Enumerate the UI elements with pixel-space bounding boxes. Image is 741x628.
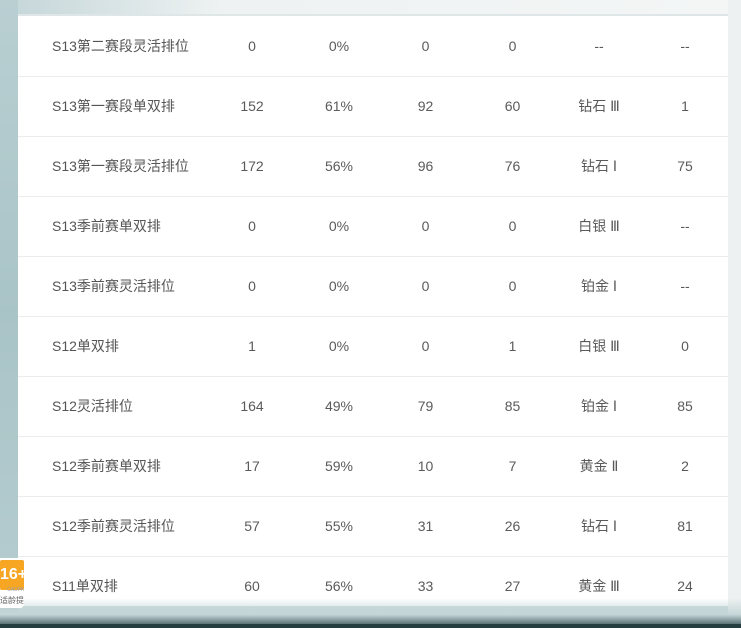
winrate-cell: 55% [296,496,382,557]
rank-cell: 钻石 Ⅲ [556,76,642,137]
left-background-strip [0,0,18,628]
wins-cell: 10 [382,436,469,497]
points-cell: -- [642,196,728,257]
table-row: S13第二赛段灵活排位 0 0% 0 0 -- -- [18,16,728,77]
winrate-cell: 0% [296,16,382,77]
table-row: S13第一赛段灵活排位 172 56% 96 76 钻石 Ⅰ 75 [18,136,728,197]
wins-cell: 79 [382,376,469,437]
points-cell: 1 [642,76,728,137]
games-cell: 164 [208,376,296,437]
season-name-cell: S13第一赛段单双排 [18,76,208,137]
winrate-cell: 0% [296,316,382,377]
wins-cell: 96 [382,136,469,197]
table-row: S13第一赛段单双排 152 61% 92 60 钻石 Ⅲ1 [18,76,728,137]
winrate-cell: 49% [296,376,382,437]
points-cell: 81 [642,496,728,557]
wins-cell: 0 [382,196,469,257]
season-name-cell: S12单双排 [18,316,208,377]
rank-history-rows: S13第二赛段灵活排位 0 0% 0 0 -- -- S13第一赛段单双排 152 61% 92 60… [18,16,728,606]
games-cell: 17 [208,436,296,497]
top-background-strip [0,0,741,14]
age-rating-badge[interactable]: 16+ CADPA 适龄提示 [0,558,24,608]
table-row: S12季前赛单双排 17 59% 10 7 黄金 Ⅱ2 [18,436,728,497]
rank-history-panel: S13第二赛段灵活排位 0 0% 0 0 -- -- S13第一赛段单双排 152 61% 92 60… [18,16,728,606]
losses-cell: 0 [469,256,556,317]
losses-cell: 76 [469,136,556,197]
wins-cell: 0 [382,16,469,77]
losses-cell: 85 [469,376,556,437]
games-cell: 172 [208,136,296,197]
age-rating-tip: 适龄提示 [0,596,24,605]
points-cell: -- [642,256,728,317]
season-name-cell: S13季前赛灵活排位 [18,256,208,317]
points-cell: 2 [642,436,728,497]
points-cell: 75 [642,136,728,197]
points-cell: 0 [642,316,728,377]
rank-cell: -- [556,16,642,77]
losses-cell: 1 [469,316,556,377]
games-cell: 152 [208,76,296,137]
rank-cell: 钻石 Ⅰ [556,496,642,557]
games-cell: 0 [208,16,296,77]
games-cell: 1 [208,316,296,377]
losses-cell: 60 [469,76,556,137]
table-row: S12单双排 1 0% 0 1 白银 Ⅲ0 [18,316,728,377]
table-row: S12灵活排位 164 49% 79 85 铂金 Ⅰ 85 [18,376,728,437]
rank-cell: 钻石 Ⅰ [556,136,642,197]
losses-cell: 0 [469,196,556,257]
rank-cell: 黄金 Ⅱ [556,436,642,497]
winrate-cell: 0% [296,256,382,317]
winrate-cell: 0% [296,196,382,257]
age-rating-code: CADPA [7,587,24,593]
games-cell: 0 [208,196,296,257]
wins-cell: 92 [382,76,469,137]
bottom-dark-edge [0,624,741,628]
right-background-strip [728,0,741,628]
rank-cell: 铂金 Ⅰ [556,256,642,317]
losses-cell: 7 [469,436,556,497]
wins-cell: 31 [382,496,469,557]
wins-cell: 0 [382,316,469,377]
points-cell: -- [642,16,728,77]
losses-cell: 26 [469,496,556,557]
rank-cell: 白银 Ⅲ [556,316,642,377]
points-cell: 85 [642,376,728,437]
rank-cell: 白银 Ⅲ [556,196,642,257]
season-name-cell: S12季前赛单双排 [18,436,208,497]
losses-cell: 0 [469,16,556,77]
season-name-cell: S13第二赛段灵活排位 [18,16,208,77]
rank-cell: 铂金 Ⅰ [556,376,642,437]
winrate-cell: 59% [296,436,382,497]
games-cell: 0 [208,256,296,317]
season-name-cell: S13第一赛段灵活排位 [18,136,208,197]
age-rating-number: 16+ [0,560,24,590]
table-row: S13季前赛灵活排位 0 0% 0 0 铂金 Ⅰ -- [18,256,728,317]
winrate-cell: 61% [296,76,382,137]
table-row: S13季前赛单双排 0 0% 0 0 白银 Ⅲ -- [18,196,728,257]
rank-history-table: S13第二赛段灵活排位 0 0% 0 0 -- -- S13第一赛段单双排 152 61% 92 60… [18,16,728,606]
season-name-cell: S12灵活排位 [18,376,208,437]
season-name-cell: S13季前赛单双排 [18,196,208,257]
games-cell: 57 [208,496,296,557]
season-name-cell: S12季前赛灵活排位 [18,496,208,557]
table-row: S12季前赛灵活排位 57 55% 31 26 钻石 Ⅰ 81 [18,496,728,557]
wins-cell: 0 [382,256,469,317]
winrate-cell: 56% [296,136,382,197]
